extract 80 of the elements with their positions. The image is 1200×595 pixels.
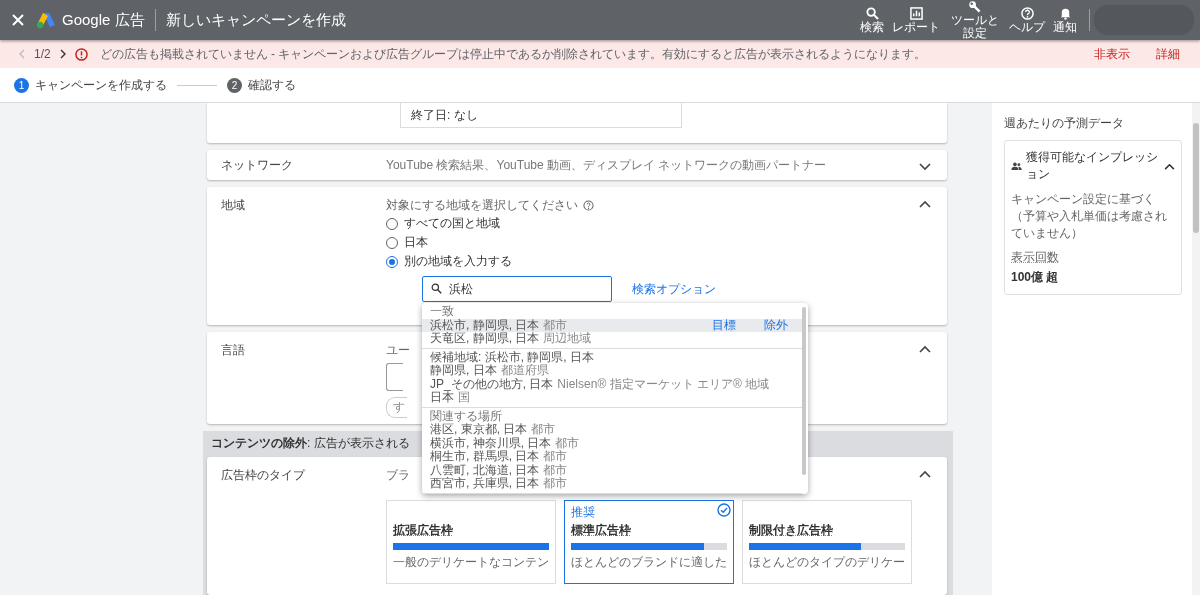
group-heading: 一致 bbox=[429, 305, 455, 319]
forecast-title: 週あたりの予測データ bbox=[1004, 115, 1125, 132]
location-question: 対象にする地域を選択してください bbox=[386, 197, 578, 214]
step-label: 確認する bbox=[248, 76, 296, 94]
step-label: キャンペーンを作成する bbox=[35, 76, 167, 94]
people-icon bbox=[1011, 162, 1022, 170]
close-icon[interactable] bbox=[12, 14, 24, 26]
suggestion-item[interactable]: 西宮市, 兵庫県, 日本 都市 bbox=[422, 477, 802, 491]
suggestion-item[interactable]: 桐生市, 群馬県, 日本 都市 bbox=[422, 450, 802, 464]
suggestion-action-link[interactable]: 除外 bbox=[764, 318, 788, 332]
step-number: 2 bbox=[227, 77, 242, 93]
scrollbar[interactable] bbox=[802, 307, 806, 475]
toolbar-tools-button[interactable]: ツールと設定 bbox=[944, 0, 1005, 40]
toolbar-search-button[interactable]: 検索 bbox=[856, 6, 889, 34]
pager-text: 1/2 bbox=[34, 47, 51, 61]
suggestion-item[interactable]: 候補地域: 浜松市, 静岡県, 日本 bbox=[422, 350, 802, 364]
option-title: 制限付き広告枠 bbox=[749, 522, 833, 539]
search-options-link[interactable]: 検索オプション bbox=[632, 280, 716, 298]
suggestion-item[interactable]: 日本 国 bbox=[422, 391, 802, 405]
option-description: 一般のデリケートなコンテン bbox=[393, 554, 549, 571]
metric-value: 100億 超 bbox=[1011, 269, 1060, 287]
bar-chart-icon bbox=[909, 6, 923, 20]
suggestion-item[interactable]: 静岡県, 日本 都道府県 bbox=[422, 364, 802, 378]
toolbar-help-button[interactable]: ヘルプ bbox=[1005, 6, 1049, 34]
suggestion-item[interactable]: JP_その他の地方, 日本 Nielsen® 指定マーケット エリア® 地域 bbox=[422, 377, 802, 391]
language-search-field[interactable] bbox=[386, 363, 403, 391]
chevron-icon[interactable] bbox=[919, 470, 931, 478]
end-date-text: 終了日: なし bbox=[411, 106, 478, 124]
network-summary: YouTube 検索結果、YouTube 動画、ディスプレイ ネットワークの動画パートナー bbox=[386, 156, 827, 174]
help-icon[interactable] bbox=[583, 200, 594, 211]
language-chip[interactable]: す bbox=[386, 397, 407, 418]
error-icon bbox=[74, 47, 88, 61]
suggestion-item[interactable]: 横浜市, 神奈川県, 日本 都市 bbox=[422, 436, 802, 450]
radio-label: 日本 bbox=[404, 234, 428, 251]
chevron-right-icon[interactable] bbox=[58, 49, 67, 59]
inventory-option-card[interactable]: 制限付き広告枠 ほとんどのタイプのデリケー bbox=[742, 500, 912, 584]
suggestion-action-link[interactable]: 目標 bbox=[712, 318, 736, 332]
alert-message: どの広告も掲載されていません - キャンペーンおよび広告グループは停止中であるか削除されています。有効にすると広告が表示されるようになります。 bbox=[99, 45, 927, 63]
inventory-hint: ブラ bbox=[386, 467, 410, 484]
alert-link[interactable]: 非表示 bbox=[1094, 45, 1130, 63]
section-label: 広告枠のタイプ bbox=[221, 467, 307, 484]
forecast-heading: 獲得可能なインプレッション bbox=[1026, 149, 1159, 183]
toolbar-bell-button[interactable]: 通知 bbox=[1049, 6, 1081, 34]
section-label: ネットワーク bbox=[221, 156, 294, 174]
product-name: Google 広告 bbox=[62, 10, 145, 30]
chevron-icon[interactable] bbox=[919, 345, 931, 353]
exclusion-heading: コンテンツの除外: 広告が表示される bbox=[210, 435, 410, 452]
help-icon bbox=[1020, 6, 1034, 20]
section-label: 言語 bbox=[221, 342, 246, 359]
toolbar-report-button[interactable]: レポート bbox=[888, 6, 945, 34]
suggestion-item[interactable]: 八雲町, 北海道, 日本 都市 bbox=[422, 463, 802, 477]
option-description: ほとんどのタイプのデリケー bbox=[749, 554, 905, 571]
metric-label: 表示回数 bbox=[1011, 249, 1059, 267]
logo-icon bbox=[36, 11, 56, 29]
inventory-option-card[interactable]: 拡張広告枠 一般のデリケートなコンテン bbox=[386, 500, 556, 584]
option-title: 標準広告枠 bbox=[571, 522, 631, 539]
option-description: ほとんどのブランドに適した bbox=[571, 554, 727, 571]
radio-label: 別の地域を入力する bbox=[404, 253, 512, 270]
alert-link[interactable]: 詳細 bbox=[1156, 45, 1180, 63]
chevron-icon[interactable] bbox=[1164, 162, 1175, 170]
search-icon bbox=[865, 6, 879, 20]
suggestion-item[interactable]: 天竜区, 静岡県, 日本 周辺地域 bbox=[422, 332, 802, 346]
step-number: 1 bbox=[14, 77, 29, 93]
suggestion-item[interactable]: 港区, 東京都, 日本 都市 bbox=[422, 423, 802, 437]
forecast-description: キャンペーン設定に基づく（予算や入札単価は考慮されていません） bbox=[1011, 191, 1168, 242]
recommended-tag: 推奨 bbox=[571, 505, 595, 519]
suggestion-item[interactable]: 浜松市, 静岡県, 日本 都市 目標 除外 bbox=[422, 318, 802, 332]
chevron-icon[interactable] bbox=[919, 200, 931, 208]
chevron-icon[interactable] bbox=[919, 162, 931, 171]
search-icon bbox=[431, 283, 442, 294]
scrollbar[interactable] bbox=[1193, 123, 1199, 233]
radio-label: すべての国と地域 bbox=[404, 215, 500, 232]
option-title: 拡張広告枠 bbox=[393, 522, 453, 539]
language-hint: ユー bbox=[386, 342, 410, 359]
inventory-option-card[interactable]: 推奨 標準広告枠 ほとんどのブランドに適した bbox=[564, 500, 734, 584]
section-label: 地域 bbox=[221, 197, 246, 214]
group-heading: 関連する場所 bbox=[429, 409, 503, 423]
check-icon bbox=[717, 503, 731, 517]
location-search-field[interactable]: 浜松 bbox=[422, 276, 612, 302]
page-title: 新しいキャンペーンを作成 bbox=[165, 10, 346, 30]
